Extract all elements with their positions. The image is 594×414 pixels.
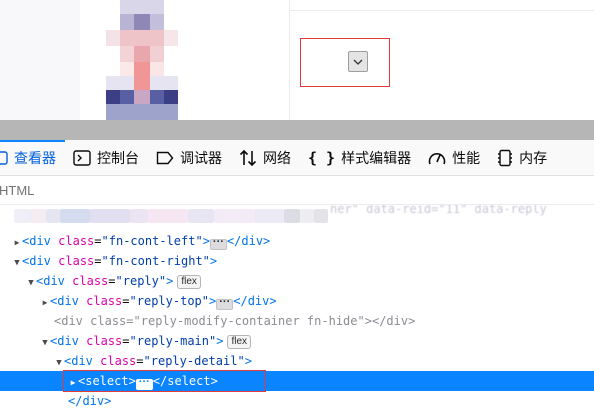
highlighted-select-outline: [300, 38, 390, 87]
tree-row-partial: ner" data-reid="11" data-reply: [0, 205, 594, 227]
performance-icon: [428, 150, 446, 166]
network-icon: [239, 149, 257, 167]
flex-badge[interactable]: flex: [227, 335, 252, 349]
collapsed-content-button[interactable]: ···: [209, 237, 227, 250]
tab-inspector[interactable]: 查看器: [0, 139, 65, 176]
tab-network-label: 网络: [263, 149, 291, 166]
tab-debugger[interactable]: 调试器: [148, 140, 231, 176]
tree-row-reply-detail[interactable]: ▼ <div class="reply-detail">: [0, 351, 594, 371]
selected-node-outline: [63, 370, 266, 392]
tab-memory[interactable]: 内存: [489, 140, 556, 176]
expand-twisty-icon[interactable]: ▶: [12, 233, 22, 253]
pixelated-image: [102, 0, 182, 120]
flex-badge[interactable]: flex: [177, 275, 201, 289]
tree-row-reply-top[interactable]: ▶ <div class="reply-top"> ··· </div>: [0, 291, 594, 311]
tab-console-label: 控制台: [97, 149, 139, 166]
select-dropdown-button[interactable]: [348, 51, 368, 72]
tree-row-div-close[interactable]: </div>: [0, 391, 594, 411]
collapse-twisty-icon[interactable]: ▼: [40, 333, 50, 353]
tree-row-reply[interactable]: ▼ <div class="reply"> flex: [0, 271, 594, 291]
viewport-bottom-bar: [0, 120, 594, 140]
tree-row-fn-cont-left[interactable]: ▶ <div class="fn-cont-left"> ··· </div>: [0, 231, 594, 251]
breadcrumb: HTML: [0, 177, 594, 205]
memory-icon: [497, 149, 513, 167]
breadcrumb-html[interactable]: HTML: [0, 183, 34, 198]
console-icon: [73, 149, 91, 166]
tab-performance[interactable]: 性能: [420, 140, 489, 176]
tree-row-fn-cont-right[interactable]: ▼ <div class="fn-cont-right">: [0, 251, 594, 271]
style-editor-icon: { }: [308, 148, 336, 167]
devtools-tab-bar: 查看器 控制台 调试器 网络 { } 样式编辑器 性能 内存: [0, 139, 594, 176]
tab-inspector-label: 查看器: [14, 149, 56, 166]
tab-debugger-label: 调试器: [180, 149, 222, 166]
row-divider: [290, 10, 594, 11]
tab-network[interactable]: 网络: [231, 140, 300, 176]
tab-style-editor-label: 样式编辑器: [341, 149, 412, 166]
collapse-twisty-icon[interactable]: ▼: [26, 273, 36, 293]
tab-console[interactable]: 控制台: [65, 140, 148, 176]
left-column-background: [0, 0, 80, 120]
tree-row-reply-modify-container[interactable]: <div class="reply-modify-container fn-hi…: [0, 311, 594, 331]
tab-performance-label: 性能: [452, 149, 481, 166]
column-divider: [289, 0, 290, 120]
page-preview: [0, 0, 594, 120]
partial-attribute-text: ner" data-reid="11" data-reply: [330, 205, 547, 216]
debugger-icon: [156, 151, 174, 165]
collapse-twisty-icon[interactable]: ▼: [12, 253, 22, 273]
collapsed-content-button[interactable]: ···: [216, 297, 234, 310]
tab-style-editor[interactable]: { } 样式编辑器: [300, 140, 420, 176]
chevron-down-icon: [353, 59, 363, 65]
expand-twisty-icon[interactable]: ▶: [40, 293, 50, 313]
inspector-icon: [0, 150, 8, 165]
tab-memory-label: 内存: [519, 149, 548, 166]
tree-row-reply-main[interactable]: ▼ <div class="reply-main"> flex: [0, 331, 594, 351]
